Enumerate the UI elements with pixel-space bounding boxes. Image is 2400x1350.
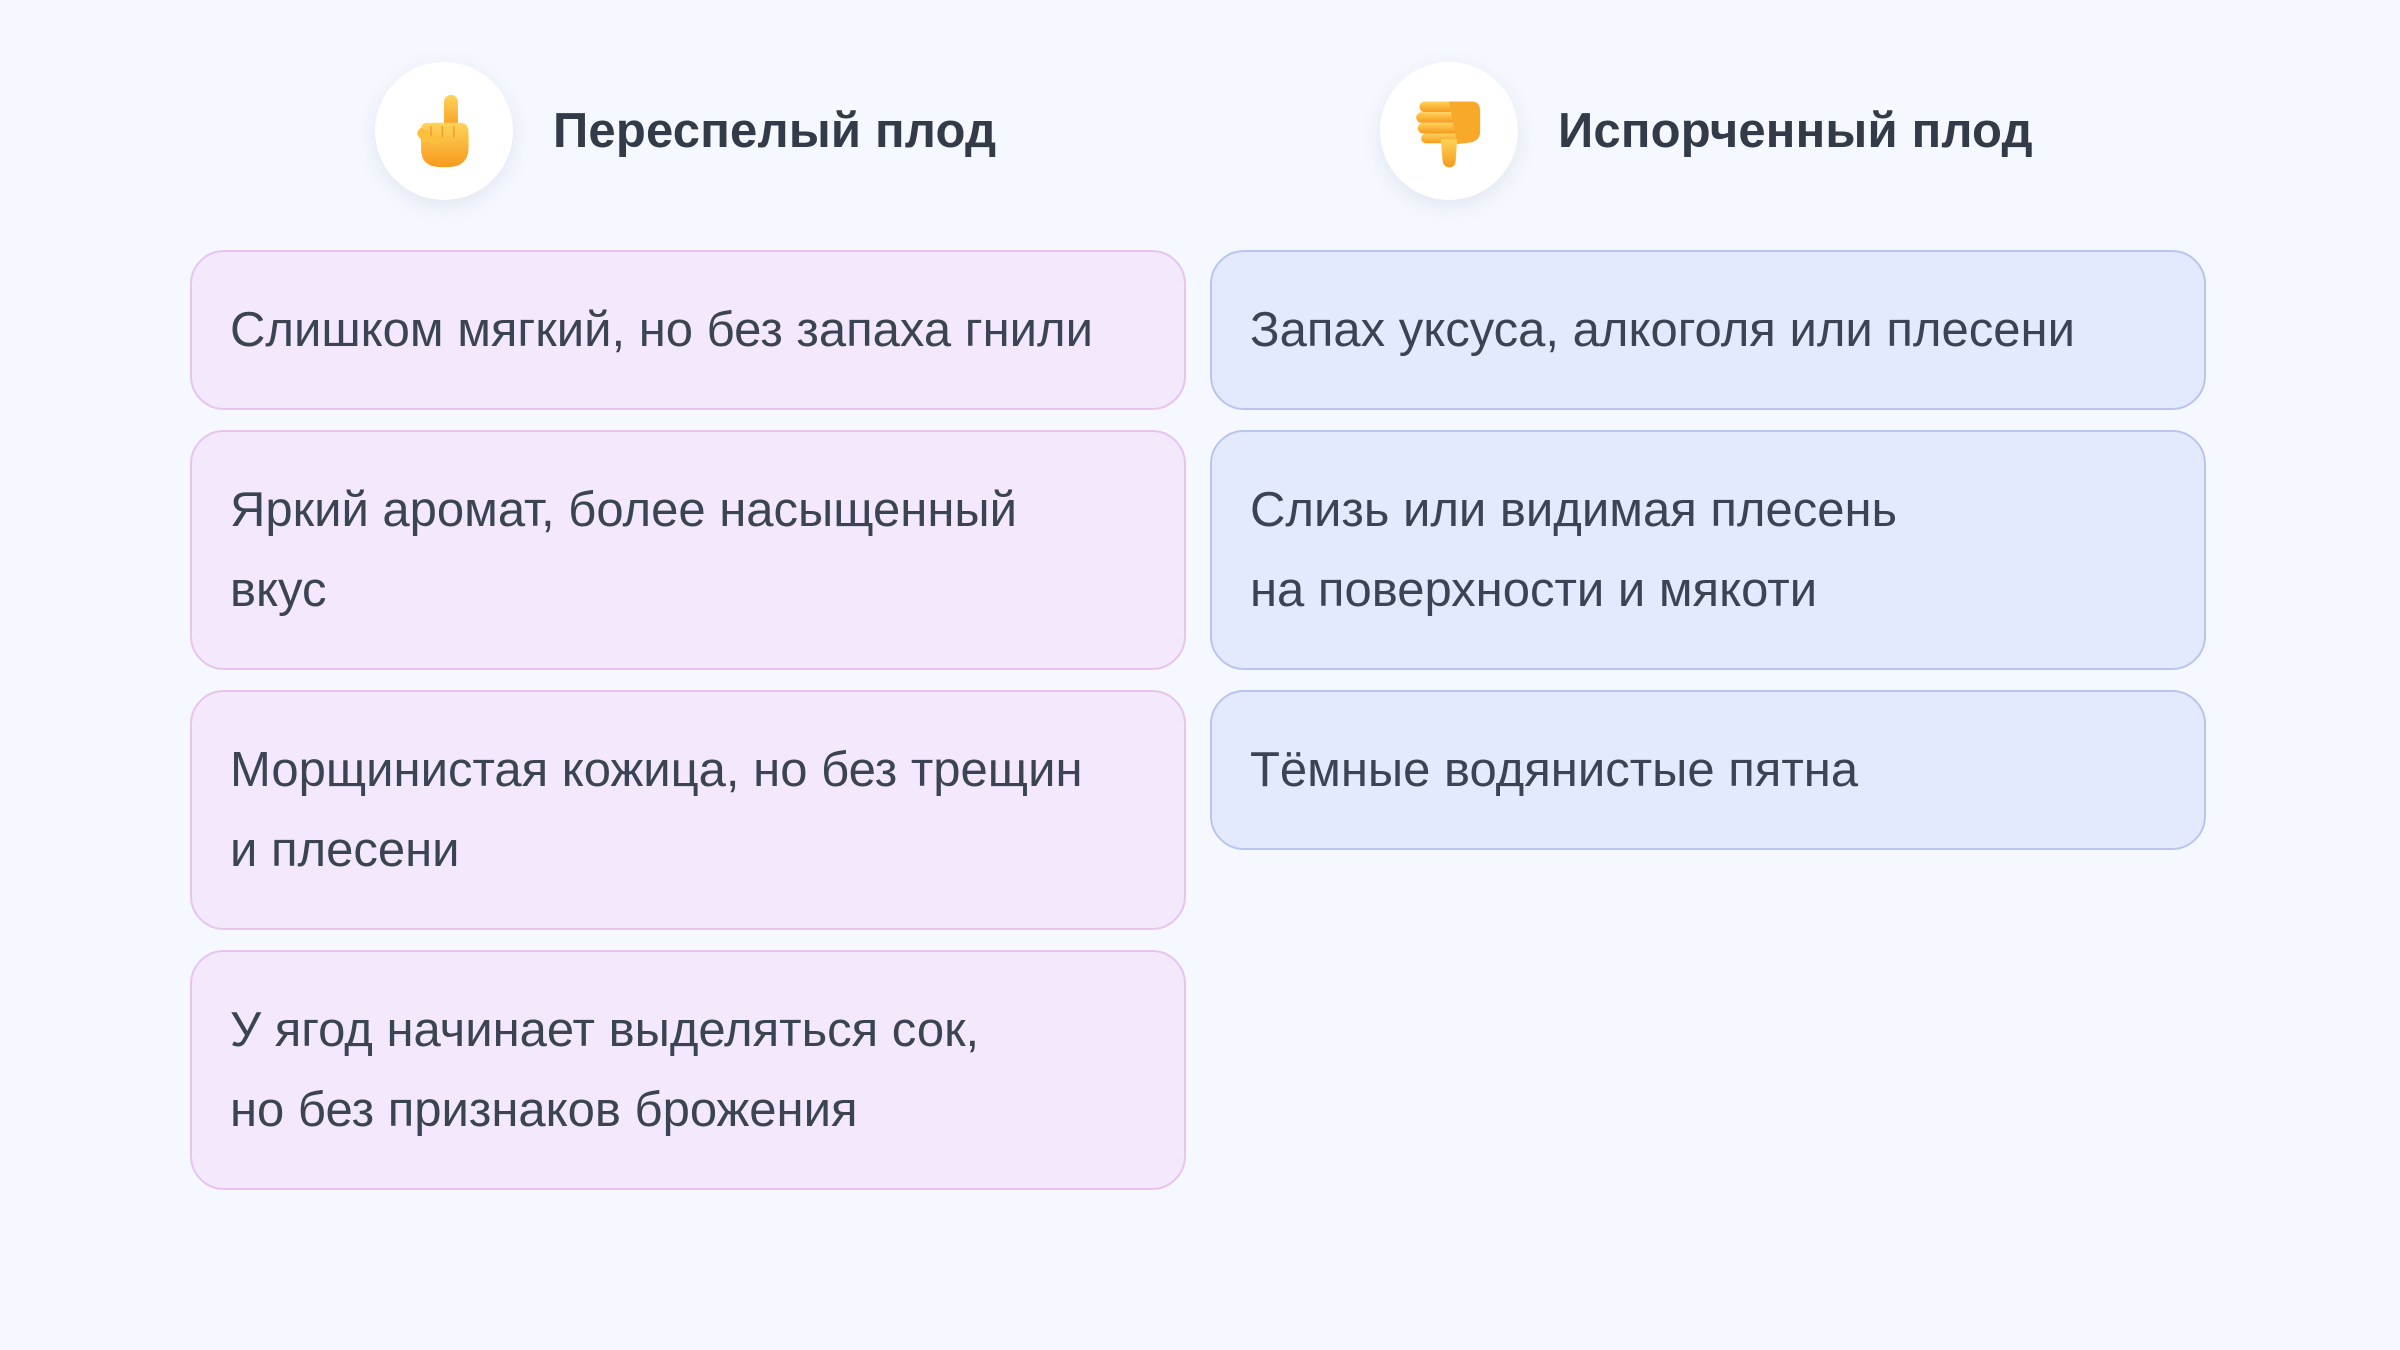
list-item-text: Запах уксуса, алкоголя или плесени	[1250, 303, 2075, 357]
icon-badge	[1380, 62, 1518, 200]
list-item: Морщинистая кожица, но без трещин и плес…	[190, 690, 1186, 930]
list-item: Яркий аромат, более насыщенный вкус	[190, 430, 1186, 670]
list-item: Слизь или видимая плесень на поверхности…	[1210, 430, 2206, 670]
column-title: Испорченный плод	[1558, 104, 2033, 158]
icon-badge	[375, 62, 513, 200]
list-item: Тёмные водянистые пятна	[1210, 690, 2206, 850]
point-up-hand-icon	[417, 94, 469, 168]
list-item: Слишком мягкий, но без запаха гнили	[190, 250, 1186, 410]
list-item-text: Морщинистая кожица, но без трещин и плес…	[230, 743, 1083, 877]
list-item: Запах уксуса, алкоголя или плесени	[1210, 250, 2206, 410]
list-item-text: Слишком мягкий, но без запаха гнили	[230, 303, 1093, 357]
column-header-overripe: Переспелый плод	[375, 58, 996, 204]
column-title: Переспелый плод	[553, 104, 997, 158]
column-header-spoiled: Испорченный плод	[1380, 58, 2033, 204]
list-item-text: Тёмные водянистые пятна	[1250, 743, 1859, 797]
list-item-text: У ягод начинает выделяться сок, но без п…	[230, 1003, 980, 1137]
list-item-text: Слизь или видимая плесень на поверхности…	[1250, 483, 1898, 617]
thumbs-down-icon	[1416, 101, 1481, 168]
list-item: У ягод начинает выделяться сок, но без п…	[190, 950, 1186, 1190]
list-item-text: Яркий аромат, более насыщенный вкус	[230, 483, 1017, 617]
